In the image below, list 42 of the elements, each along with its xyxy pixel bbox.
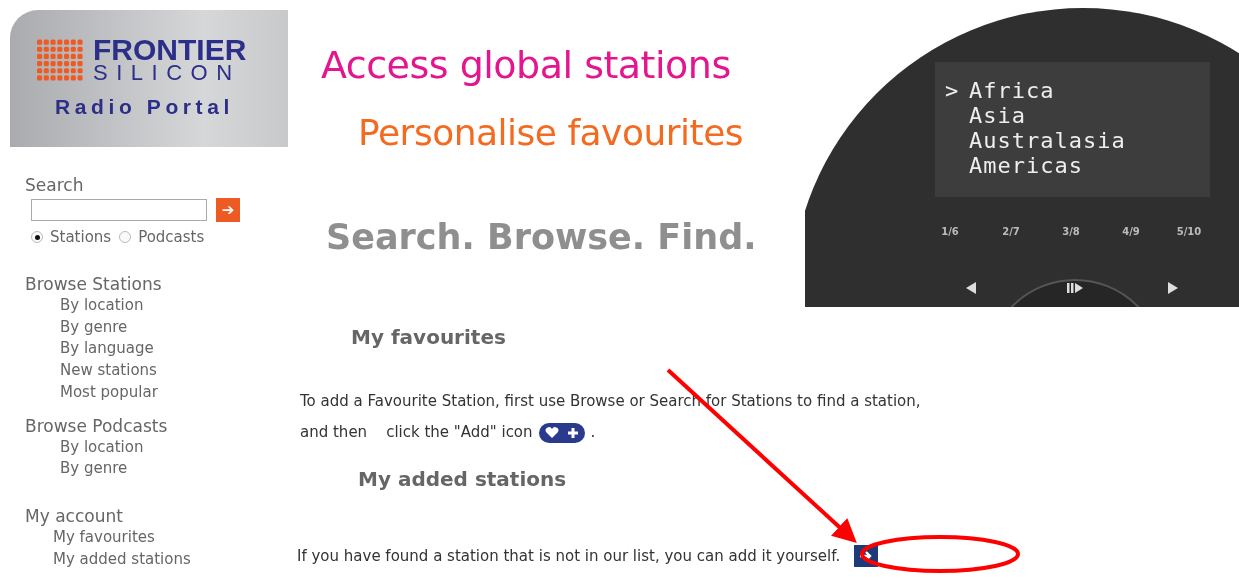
radio-button[interactable] [31, 231, 43, 243]
instruction-text: . [590, 422, 596, 443]
logo-sub-brand: SILICON [93, 63, 242, 83]
tagline: Personalise favourites [358, 111, 745, 155]
logo-product: Radio Portal [55, 95, 235, 119]
preset-label: 3/8 [1062, 226, 1080, 237]
play-pause-icon [1067, 283, 1083, 293]
logo-brand: FRONTIER [93, 37, 247, 63]
sidebar-link[interactable]: My added stations [53, 548, 297, 571]
sidebar-link[interactable]: Most popular [60, 381, 297, 404]
instruction-text: To add a Favourite Station, first use Browse or Search for Stations to find a station, [300, 391, 922, 412]
next-icon [1168, 282, 1178, 294]
add-favourite-icon [538, 422, 585, 443]
previous-icon [966, 282, 976, 294]
sidebar-link[interactable]: By genre [60, 316, 297, 339]
sidebar-link[interactable]: By language [60, 338, 297, 361]
sidebar-section-title: Browse Podcasts [25, 414, 169, 437]
add-station-text: If you have found a station that is not in our list, you can add it yourself. [297, 547, 841, 565]
sidebar-section-title: My account [25, 504, 124, 527]
radio-button[interactable] [119, 231, 132, 243]
scope-radio[interactable]: Podcasts [119, 228, 205, 246]
search-field[interactable] [31, 199, 207, 221]
preset-label: 4/9 [1122, 226, 1140, 237]
scope-radio[interactable]: Stations [31, 228, 112, 246]
dot-grid-icon [37, 39, 83, 81]
section-heading: My added stations [358, 467, 568, 491]
arrow-right-icon [859, 550, 874, 562]
sidebar-link[interactable]: New stations [60, 360, 297, 382]
tagline: Search. Browse. Find. [326, 216, 758, 259]
search-label: Search [25, 175, 85, 195]
tagline: Access global stations [321, 42, 732, 88]
instruction-text: and then click the "Add" icon [300, 422, 533, 443]
sidebar-link[interactable]: By location [60, 295, 297, 317]
sidebar-link[interactable]: My favourites [53, 526, 297, 549]
preset-label: 2/7 [1002, 226, 1020, 237]
sidebar-section-title: Browse Stations [25, 273, 163, 295]
sidebar-link[interactable]: By location [60, 436, 297, 459]
search-go-button[interactable]: ➔ [216, 198, 240, 222]
preset-label: 5/10 [1176, 226, 1202, 237]
section-heading: My favourites [351, 325, 507, 349]
preset-label: 1/6 [941, 226, 959, 237]
sidebar-link[interactable]: By genre [60, 458, 297, 480]
